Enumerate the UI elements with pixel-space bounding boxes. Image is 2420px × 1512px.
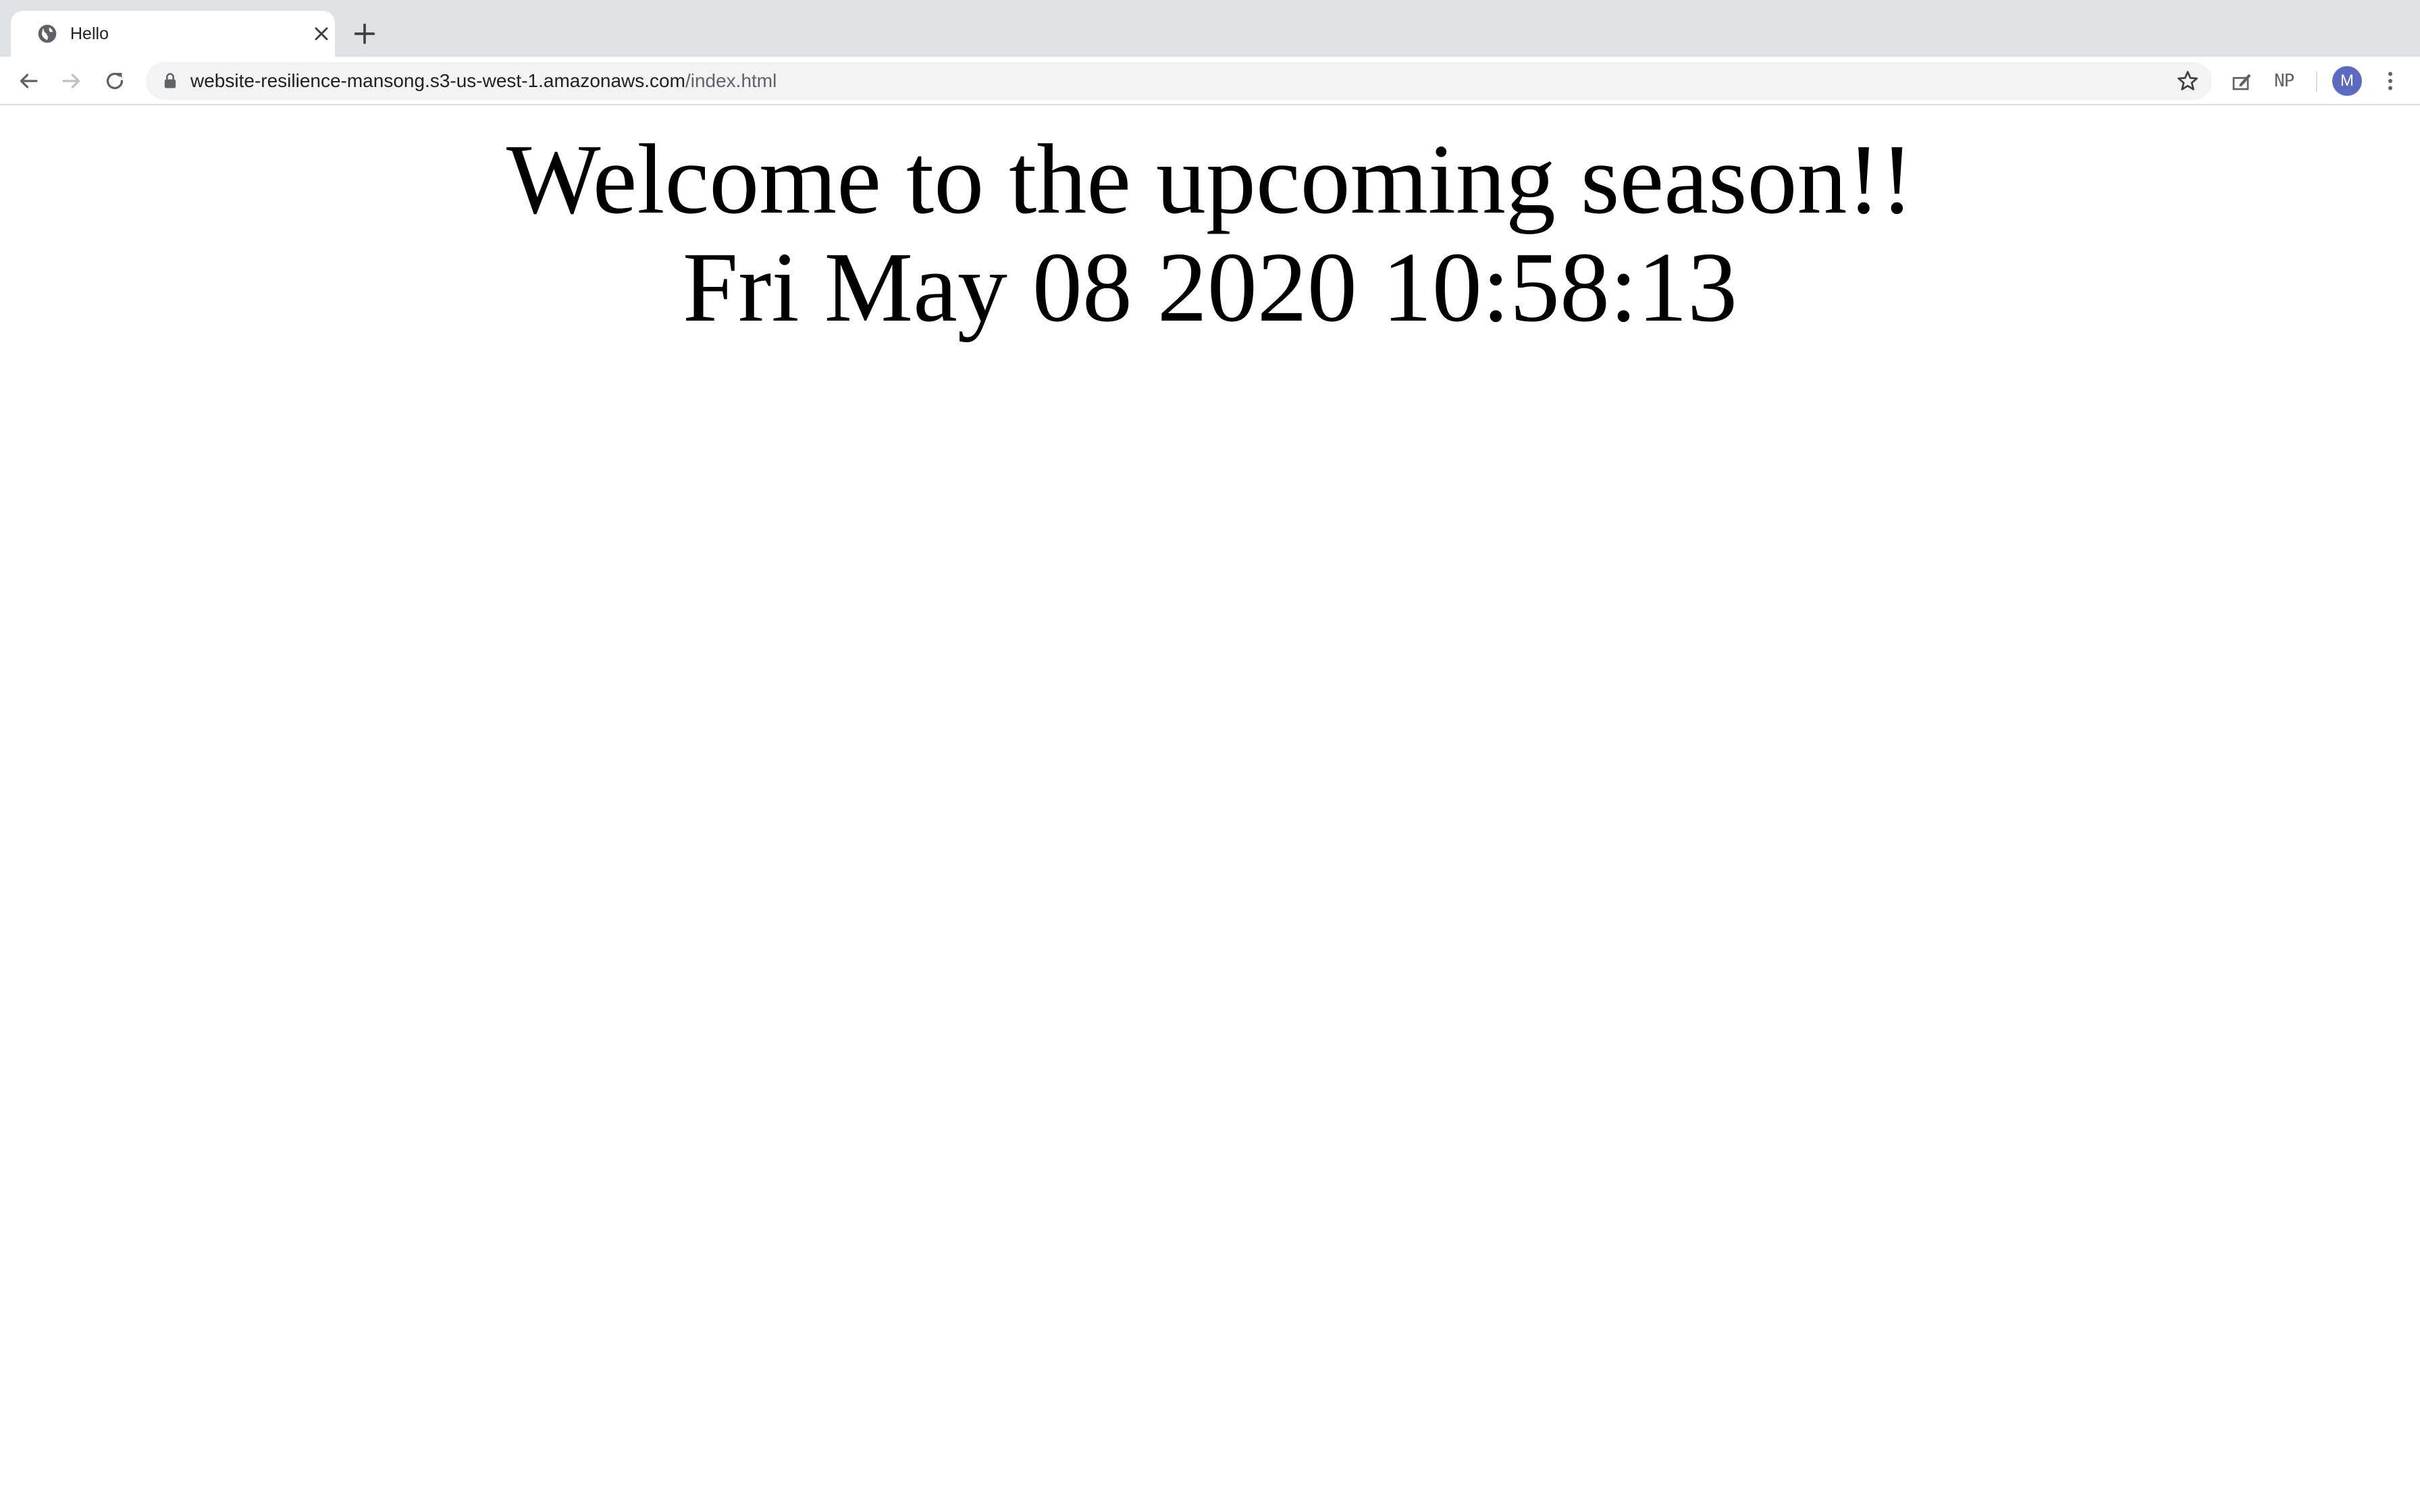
toolbar: website-resilience-mansong.s3-us-west-1.… [0,57,2420,105]
back-button[interactable] [16,69,41,93]
browser-window: Hello website-resilience-mansong.s3-us-w… [0,0,2420,1512]
tab-title: Hello [70,24,109,43]
kebab-menu-icon[interactable] [2378,69,2402,93]
new-tab-button[interactable] [351,20,378,47]
profile-avatar[interactable]: M [2332,66,2362,96]
url-path: /index.html [685,70,777,91]
page-content: Welcome to the upcoming season!! Fri May… [0,105,2420,1512]
toolbar-divider [2316,72,2317,92]
reload-button[interactable] [103,69,127,93]
tab-hello[interactable]: Hello [11,11,335,57]
current-datetime: Fri May 08 2020 10:58:13 [682,232,1738,343]
star-icon[interactable] [2176,69,2200,93]
edit-extension-icon[interactable] [2230,69,2254,93]
lock-icon[interactable] [161,72,180,90]
tab-strip: Hello [0,0,2420,57]
url-host: website-resilience-mansong.s3-us-west-1.… [190,70,685,91]
page-headline: Welcome to the upcoming season!! [506,124,1914,235]
np-extension-button[interactable]: NP [2274,68,2294,94]
forward-button[interactable] [59,69,84,93]
address-bar[interactable]: website-resilience-mansong.s3-us-west-1.… [146,62,2212,100]
globe-icon [38,24,57,43]
url-text[interactable]: website-resilience-mansong.s3-us-west-1.… [190,62,777,100]
close-icon[interactable] [311,23,332,45]
